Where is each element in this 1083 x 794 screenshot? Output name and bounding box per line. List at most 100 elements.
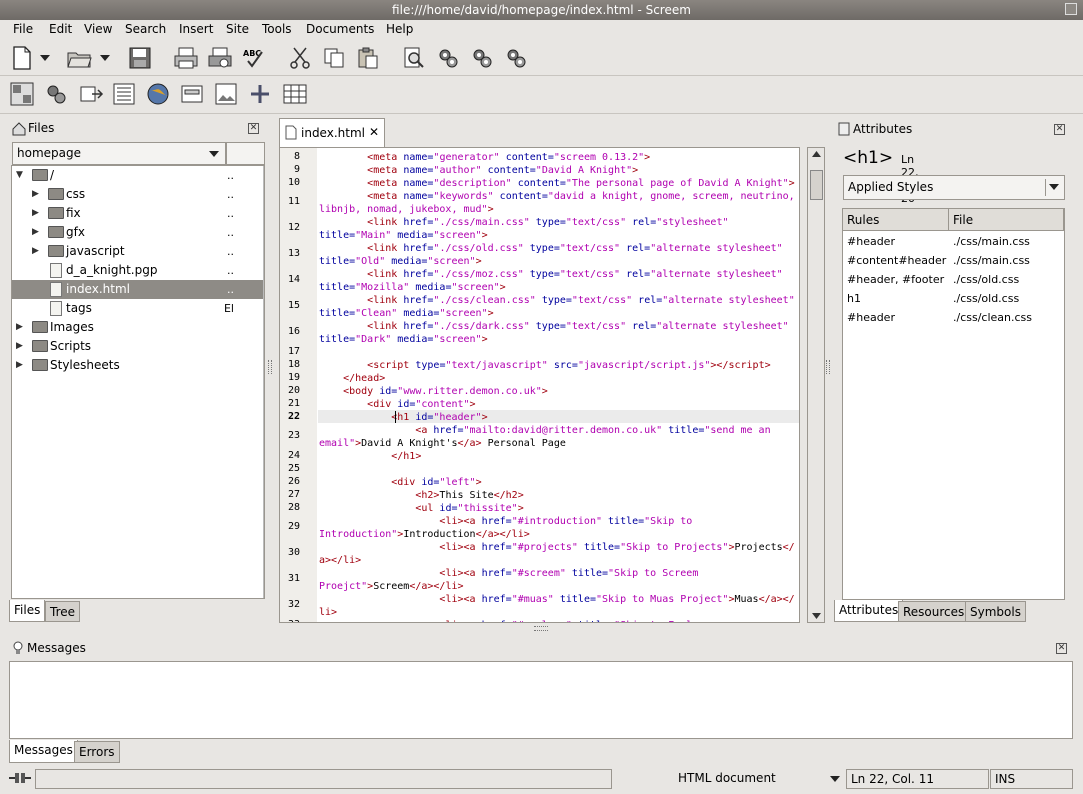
file-tree-item[interactable]: ▶ Stylesheets [12, 356, 264, 375]
editor-scroll-thumb[interactable] [810, 170, 823, 200]
open-file-button[interactable] [66, 44, 94, 72]
line-number: 25 [287, 463, 300, 474]
left-splitter-handle[interactable] [268, 360, 272, 374]
bottom-splitter-handle[interactable] [534, 626, 548, 631]
file-tree-item[interactable]: ▶ Images [12, 318, 264, 337]
tool-gear-button-3[interactable] [502, 44, 530, 72]
file-tree-item[interactable]: ▼ /.. [12, 166, 264, 185]
insert-globe-button[interactable] [144, 80, 172, 108]
line-number: 12 [287, 222, 300, 233]
chevron-down-icon[interactable] [830, 776, 840, 782]
applied-styles-table: Rules File #header ./css/main.css #content… [842, 208, 1065, 600]
code-line: title="Mozilla" media="screen"> [319, 282, 506, 293]
print-preview-button[interactable] [206, 44, 234, 72]
line-number: 8 [293, 151, 300, 162]
applied-style-row[interactable]: #content#header ./css/main.css [843, 251, 1064, 270]
messages-panel-close-button[interactable]: ✕ [1056, 643, 1067, 654]
attributes-view-select[interactable]: Applied Styles [843, 175, 1065, 200]
menu-tools[interactable]: Tools [262, 22, 292, 36]
right-splitter-handle[interactable] [826, 360, 830, 374]
insert-table-button[interactable] [281, 80, 309, 108]
new-file-button[interactable] [8, 44, 36, 72]
tab-tree[interactable]: Tree [45, 601, 81, 622]
file-tree-item[interactable]: ▶ javascript.. [12, 242, 264, 261]
wizard-icon [10, 82, 34, 106]
file-tree[interactable]: ▼ /.. ▶ css.. ▶ fix.. ▶ gfx.. ▶ javascript.. d_a_k… [11, 165, 265, 599]
file-tree-item[interactable]: ▶ css.. [12, 185, 264, 204]
line-number: 29 [287, 521, 300, 532]
expander-open-icon[interactable]: ▼ [16, 171, 25, 180]
column-header-rules[interactable]: Rules [843, 209, 949, 231]
insert-image-button[interactable] [212, 80, 240, 108]
tab-symbols[interactable]: Symbols [965, 601, 1026, 622]
print-button[interactable] [172, 44, 200, 72]
tab-files[interactable]: Files [9, 600, 46, 622]
code-line: a></li> [319, 555, 362, 566]
document-type-select[interactable]: HTML document [678, 771, 776, 785]
expander-closed-icon[interactable]: ▶ [16, 361, 25, 370]
menu-help[interactable]: Help [386, 22, 413, 36]
file-tree-item[interactable]: ▶ gfx.. [12, 223, 264, 242]
code-line: <h1 id="header"> [391, 412, 488, 423]
file-tree-item[interactable]: d_a_knight.pgp.. [12, 261, 264, 280]
tab-messages[interactable]: Messages [9, 740, 78, 763]
applied-style-row[interactable]: #header ./css/main.css [843, 232, 1064, 251]
editor-tab-close-icon[interactable]: ✕ [369, 122, 379, 142]
file-tree-item[interactable]: tags El [12, 299, 264, 318]
file-tree-item[interactable]: ▶ Scripts [12, 337, 264, 356]
cut-button[interactable] [286, 44, 314, 72]
expander-closed-icon[interactable]: ▶ [32, 209, 41, 218]
site-select-extra[interactable] [226, 142, 265, 165]
file-tree-item[interactable]: ▶ fix.. [12, 204, 264, 223]
expander-closed-icon[interactable]: ▶ [32, 228, 41, 237]
new-file-dropdown[interactable] [38, 44, 52, 72]
menu-documents[interactable]: Documents [306, 22, 374, 36]
insert-form-button[interactable] [178, 80, 206, 108]
paste-button[interactable] [354, 44, 382, 72]
code-line: <link href="./css/old.css" type="text/cs… [367, 243, 783, 254]
insert-gear-button[interactable] [42, 80, 70, 108]
menu-view[interactable]: View [84, 22, 112, 36]
menu-search[interactable]: Search [125, 22, 166, 36]
gears-icon [47, 85, 66, 104]
find-button[interactable] [400, 44, 428, 72]
copy-button[interactable] [320, 44, 348, 72]
column-header-file[interactable]: File [949, 209, 1064, 231]
files-panel-close-button[interactable]: ✕ [248, 123, 259, 134]
attributes-panel-close-button[interactable]: ✕ [1054, 124, 1065, 135]
menu-file[interactable]: File [13, 22, 33, 36]
file-tree-item[interactable]: index.html.. [12, 280, 264, 299]
insert-wizard-button[interactable] [8, 80, 36, 108]
expander-closed-icon[interactable]: ▶ [32, 247, 41, 256]
folder-icon [32, 169, 48, 181]
insert-list-button[interactable] [110, 80, 138, 108]
expander-closed-icon[interactable]: ▶ [16, 323, 25, 332]
insert-toolbar [0, 76, 1083, 114]
line-number: 23 [287, 430, 300, 441]
code-line: title="Main" media="screen"> [319, 230, 488, 241]
site-select[interactable]: homepage [12, 142, 226, 165]
tool-gear-button-2[interactable] [468, 44, 496, 72]
insert-link-button[interactable] [78, 80, 106, 108]
menu-site[interactable]: Site [226, 22, 249, 36]
insert-add-button[interactable] [246, 80, 274, 108]
tab-attributes[interactable]: Attributes [834, 600, 904, 622]
tab-errors[interactable]: Errors [74, 741, 120, 763]
expander-closed-icon[interactable]: ▶ [16, 342, 25, 351]
code-editor[interactable]: 8 9 10 11 12 13 14 15 16 17 18 19 20 21 22 23 24 25 26 27 28… [279, 147, 800, 623]
tab-resources[interactable]: Resources [898, 601, 970, 622]
menu-insert[interactable]: Insert [179, 22, 213, 36]
editor-vertical-scrollbar[interactable] [807, 147, 825, 623]
line-number: 22 [287, 411, 300, 422]
applied-style-row[interactable]: #header ./css/clean.css [843, 308, 1064, 327]
expander-closed-icon[interactable]: ▶ [32, 190, 41, 199]
spell-check-button[interactable]: ABC [240, 44, 268, 72]
applied-style-row[interactable]: h1 ./css/old.css [843, 289, 1064, 308]
open-file-dropdown[interactable] [98, 44, 112, 72]
applied-style-row[interactable]: #header, #footer ./css/old.css [843, 270, 1064, 289]
save-button[interactable] [126, 44, 154, 72]
editor-tab-index-html[interactable]: index.html ✕ [279, 118, 385, 147]
tool-gear-button-1[interactable] [434, 44, 462, 72]
menu-edit[interactable]: Edit [49, 22, 72, 36]
window-close-button[interactable] [1065, 3, 1077, 15]
